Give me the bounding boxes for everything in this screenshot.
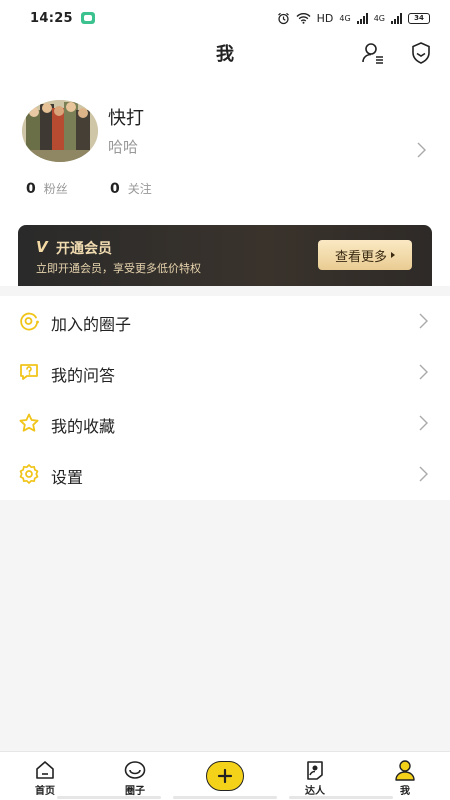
nav-label: 首页 (35, 786, 55, 797)
menu-item-label: 加入的圈子 (51, 315, 132, 334)
avatar[interactable] (22, 100, 98, 162)
chevron-right-icon (419, 313, 428, 329)
profile-section[interactable]: 快打 哈哈 0 粉丝 0 关注 V 开通会员 立即开通会员，享受更多低价特权 查… (0, 70, 450, 286)
network-hd-label: HD (316, 11, 334, 25)
vip-title: 开通会员 (56, 241, 112, 257)
nav-label: 我 (400, 786, 410, 797)
qa-bubble-icon (20, 364, 38, 380)
status-time: 14:25 (30, 10, 73, 26)
play-arrow-icon (391, 252, 395, 258)
menu-item-label: 我的收藏 (51, 417, 116, 436)
menu-item-my-favorites[interactable]: 我的收藏 (0, 398, 450, 449)
app-notification-icon (80, 12, 95, 24)
gesture-bar (0, 796, 450, 800)
profile-icon (395, 760, 415, 781)
nav-tab-expert[interactable]: 达人 (280, 752, 350, 800)
vip-badge-icon: V (36, 238, 48, 256)
username: 快打 (108, 108, 144, 129)
menu-item-settings[interactable]: 设置 (0, 449, 450, 500)
menu-item-joined-circles[interactable]: 加入的圈子 (0, 296, 450, 347)
nav-label: 达人 (305, 786, 325, 797)
menu-item-label: 设置 (51, 468, 84, 487)
following-stat[interactable]: 0 关注 (110, 180, 152, 197)
expert-icon (307, 761, 323, 780)
chevron-right-icon (419, 415, 428, 431)
signal-1-icon (356, 12, 368, 24)
battery-level: 34 (414, 14, 424, 22)
alarm-icon (277, 12, 289, 24)
following-label: 关注 (127, 182, 152, 196)
vip-banner[interactable]: V 开通会员 立即开通会员，享受更多低价特权 查看更多 (18, 225, 432, 286)
battery-icon: 34 (408, 12, 430, 24)
fans-count: 0 (26, 181, 36, 197)
following-count: 0 (110, 181, 120, 197)
fans-label: 粉丝 (43, 182, 68, 196)
signal-1-label: 4G (339, 13, 351, 23)
nav-label: 圈子 (125, 786, 145, 797)
circle-icon (124, 761, 146, 779)
view-more-label: 查看更多 (334, 249, 387, 265)
header: 我 (0, 36, 450, 70)
fans-stat[interactable]: 0 粉丝 (26, 180, 68, 197)
menu-item-label: 我的问答 (51, 366, 116, 385)
vip-subtitle: 立即开通会员，享受更多低价特权 (36, 262, 201, 275)
add-post-button[interactable] (206, 761, 244, 791)
menu-list: 加入的圈子 我的问答 我的收藏 设置 (0, 296, 450, 500)
chevron-right-icon (419, 466, 428, 482)
signal-2-label: 4G (373, 13, 385, 23)
chevron-right-icon (419, 364, 428, 380)
view-more-button[interactable]: 查看更多 (318, 240, 412, 270)
wifi-icon (296, 13, 311, 24)
circle-join-icon (20, 312, 39, 331)
nav-tab-home[interactable]: 首页 (10, 752, 80, 800)
menu-item-my-qa[interactable]: 我的问答 (0, 347, 450, 398)
status-bar: 14:25 HD 4G 4G 34 (0, 0, 450, 36)
bottom-nav: 首页 圈子 达人 我 (0, 751, 450, 800)
signal-2-icon (391, 12, 402, 24)
add-icon (217, 768, 233, 784)
shield-icon[interactable] (408, 40, 434, 66)
status-indicators: HD 4G 4G 34 (277, 12, 430, 25)
user-list-icon[interactable] (360, 40, 386, 66)
chevron-right-icon (417, 142, 426, 158)
nav-tab-circle[interactable]: 圈子 (100, 752, 170, 800)
home-icon (36, 761, 54, 779)
nav-tab-me[interactable]: 我 (370, 752, 440, 800)
star-icon (19, 413, 39, 432)
gear-icon (19, 464, 39, 484)
user-bio: 哈哈 (108, 138, 139, 156)
